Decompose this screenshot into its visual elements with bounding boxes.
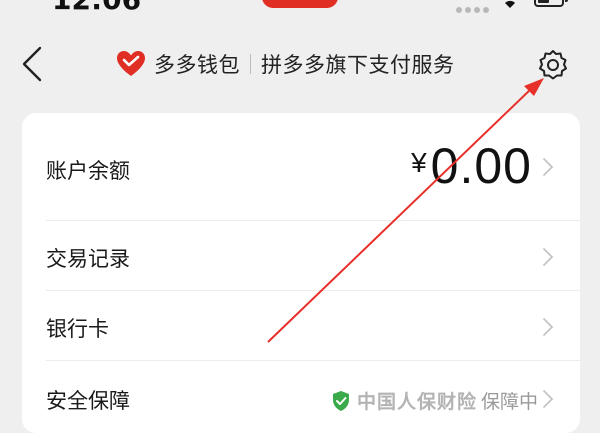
transactions-label: 交易记录: [46, 247, 130, 271]
status-app-indicator: [262, 0, 338, 8]
chevron-right-icon: [543, 390, 554, 408]
security-protection-row[interactable]: 安全保障 中国人保财险 保障中: [22, 361, 580, 433]
wifi-icon: [501, 0, 519, 8]
chevron-right-icon: [543, 318, 554, 336]
wallet-header-title: 多多钱包 拼多多旗下支付服务: [116, 48, 455, 80]
wallet-card: 账户余额 ¥0.00 交易记录 银行卡 安全保障 中国人保财险 保障中: [22, 113, 580, 433]
account-balance-row[interactable]: 账户余额 ¥0.00: [22, 113, 580, 221]
transaction-records-row[interactable]: 交易记录: [22, 221, 580, 291]
bank-card-row[interactable]: 银行卡: [22, 291, 580, 361]
header-divider: [250, 54, 251, 74]
signal-dots-icon: [456, 0, 492, 17]
gear-icon[interactable]: [536, 48, 570, 82]
security-status: 中国人保财险 保障中: [331, 387, 538, 414]
security-label: 安全保障: [46, 389, 130, 413]
protection-status: 保障中: [480, 391, 538, 413]
brand-subtitle: 拼多多旗下支付服务: [261, 53, 455, 77]
brand-title: 多多钱包: [154, 53, 240, 77]
balance-label: 账户余额: [46, 159, 130, 183]
chevron-right-icon: [543, 158, 554, 176]
chevron-right-icon: [543, 248, 554, 266]
bank-card-label: 银行卡: [46, 317, 109, 341]
battery-icon: [534, 0, 568, 7]
back-chevron-icon[interactable]: [18, 44, 46, 84]
status-time: 12:06: [52, 0, 141, 16]
balance-amount: ¥0.00: [411, 137, 532, 195]
balance-currency: ¥: [411, 147, 427, 178]
balance-value: 0.00: [430, 138, 532, 194]
status-bar: 12:06: [0, 0, 600, 18]
insurer-name: 中国人保财险: [356, 391, 477, 413]
heart-icon: [117, 51, 145, 76]
shield-check-icon: [332, 390, 349, 411]
